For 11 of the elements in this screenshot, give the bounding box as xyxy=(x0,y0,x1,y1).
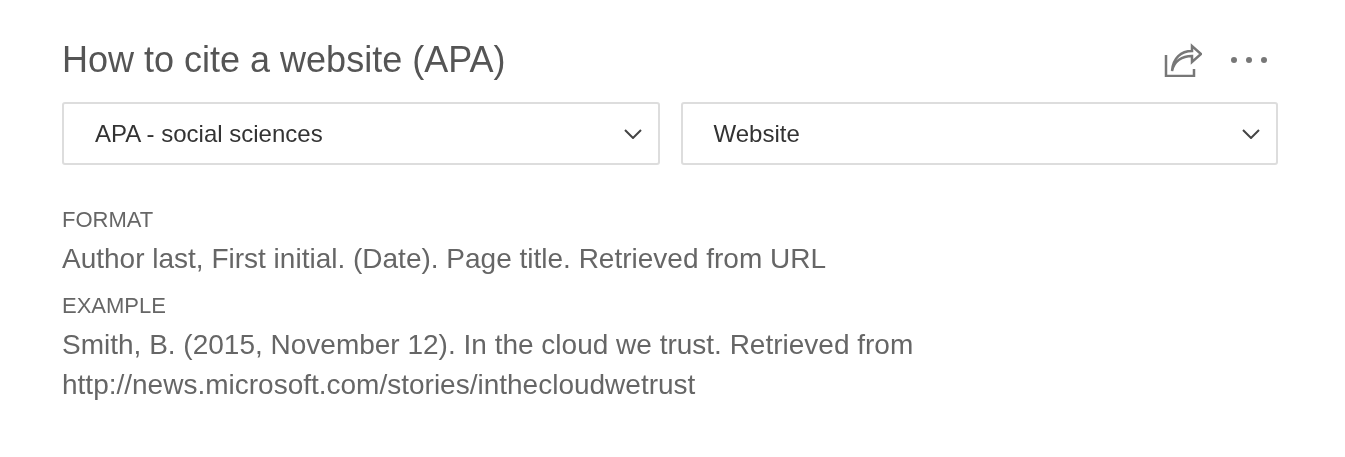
more-options-icon[interactable] xyxy=(1230,56,1268,64)
chevron-down-icon xyxy=(623,128,642,139)
section-label: EXAMPLE xyxy=(62,293,167,319)
chevron-down-icon xyxy=(1242,128,1260,139)
dropdown[interactable]: Website xyxy=(680,102,1278,165)
share-icon[interactable] xyxy=(1164,43,1202,77)
page-title: How to cite a website (APA) xyxy=(62,39,506,81)
dropdown[interactable]: APA - social sciences xyxy=(62,102,660,165)
section-label: FORMAT xyxy=(62,207,155,233)
citation-text: Smith, B. (2015, November 12). In the cloud we trust. Retrieved from http://news.microsoft.com/stories/inthecloudwetrust xyxy=(62,328,915,402)
citation-text: Author last, First initial. (Date). Page title. Retrieved from URL xyxy=(62,242,828,276)
